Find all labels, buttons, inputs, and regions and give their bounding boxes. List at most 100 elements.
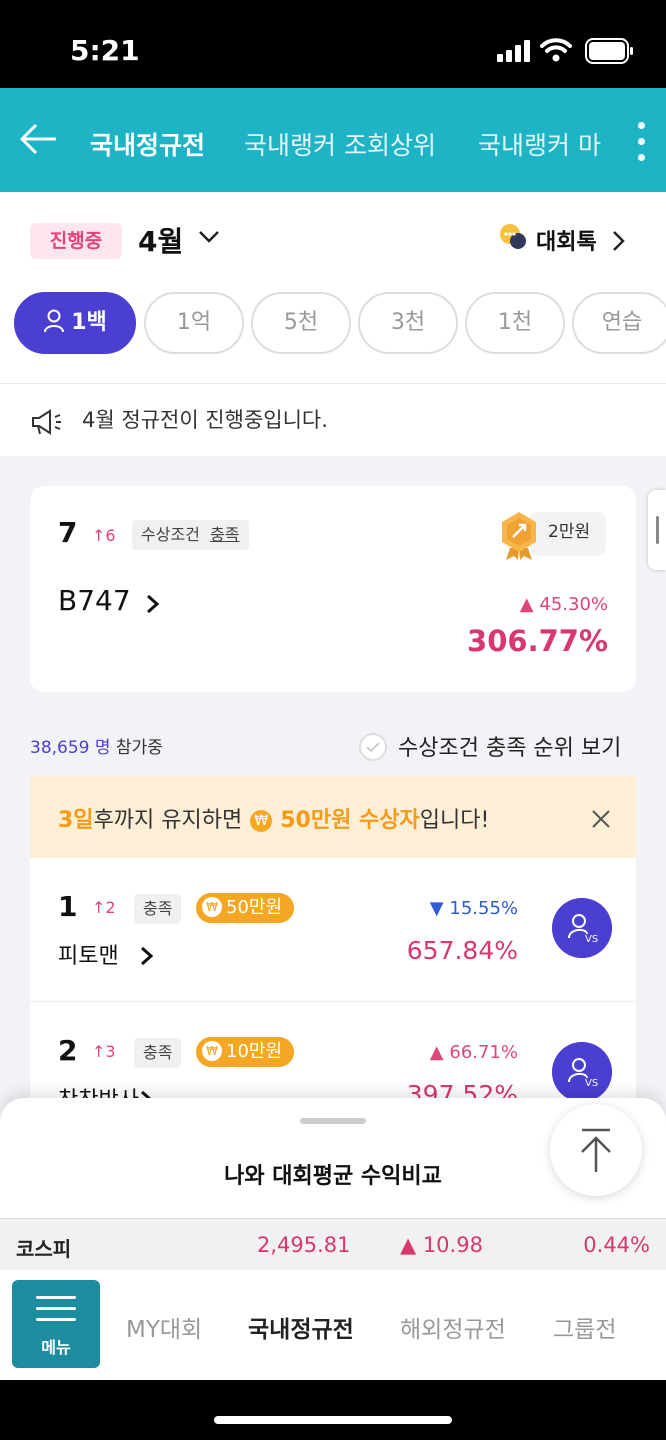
chip-1-cheon[interactable]: 1천: [465, 292, 565, 354]
market-ticker[interactable]: 코스피 2,495.81 ▲ 10.98 0.44%: [0, 1218, 666, 1270]
my-daily-change: ▲ 45.30%: [519, 594, 608, 615]
svg-text:VS: VS: [585, 934, 598, 945]
scroll-to-top-button[interactable]: [550, 1104, 642, 1196]
top-nav: 국내정규전 국내랭커 조회상위 국내랭커 마: [0, 88, 666, 192]
tab-domestic-ranker-more[interactable]: 국내랭커 마: [478, 126, 601, 162]
prize-amount: 10만원: [226, 1041, 283, 1062]
check-circle-icon[interactable]: [358, 732, 388, 762]
chip-label: 3천: [390, 310, 426, 335]
banner-text-2: 입니다!: [419, 808, 490, 833]
ranking-list: 1 ↑2 충족 ₩50만원 피토맨 ▼ 15.55% 657.84% VS 2 …: [30, 858, 636, 1098]
chip-label: 연습: [601, 310, 643, 335]
prize-badge: ₩10만원: [196, 1037, 295, 1067]
index-change: ▲ 10.98: [400, 1233, 483, 1257]
chevron-down-icon[interactable]: [198, 230, 220, 244]
bottom-nav: 메뉴 MY대회 국내정규전 해외정규전 그룹전: [0, 1270, 666, 1380]
back-arrow-icon[interactable]: [18, 122, 58, 156]
scroll-handle[interactable]: [648, 490, 666, 570]
participant-count: 38,659 명 참가중: [30, 733, 163, 758]
index-name: 코스피: [16, 1237, 72, 1261]
wifi-icon: [540, 38, 572, 62]
chip-label: 1억: [176, 310, 212, 335]
index-value: 2,495.81: [257, 1233, 351, 1257]
ranking-row[interactable]: 2 ↑3 충족 ₩10만원 찬찬박사 ▲ 66.71% 397.52% VS: [30, 1002, 636, 1098]
home-indicator[interactable]: [214, 1416, 452, 1424]
bottom-nav-my-competition[interactable]: MY대회: [126, 1310, 202, 1344]
month-selector[interactable]: 4월: [138, 220, 183, 260]
banner-text-1: 후까지 유지하면: [93, 808, 243, 833]
notice-text: 4월 정규전이 진행중입니다.: [82, 408, 328, 432]
arrow-up-icon: [581, 1128, 611, 1172]
condition-badge: 수상조건 충족: [132, 520, 249, 550]
banner-days: 3일: [58, 808, 94, 833]
banner-text: 3일후까지 유지하면 ₩50만원 수상자입니다!: [58, 802, 489, 834]
won-coin-icon: ₩: [202, 1041, 222, 1061]
chip-label: 5천: [283, 310, 319, 335]
participant-label: 참가중: [110, 738, 163, 758]
bottom-nav-group[interactable]: 그룹전: [553, 1310, 616, 1344]
my-rank-card[interactable]: 7 ↑6 수상조건 충족 B747 2만원 ▲ 45.30% 306.77%: [30, 486, 636, 692]
ranker-nickname[interactable]: 찬찬박사: [58, 1082, 139, 1098]
competition-header: 진행중 4월 대회톡 1백 1억 5천 3천 1천 연습: [0, 192, 666, 384]
my-total-return: 306.77%: [467, 624, 608, 658]
chevron-right-icon[interactable]: [612, 230, 626, 252]
status-badge: 진행중: [30, 223, 122, 259]
chip-1-eok[interactable]: 1억: [144, 292, 244, 354]
won-coin-icon: ₩: [250, 810, 273, 832]
my-nickname[interactable]: B747: [58, 584, 131, 617]
total-return: 397.52%: [406, 1080, 518, 1098]
bottom-nav-overseas-regular[interactable]: 해외정규전: [400, 1310, 506, 1344]
qualified-filter-toggle[interactable]: 수상조건 충족 순위 보기: [398, 730, 621, 762]
rank-change: ↑2: [92, 898, 116, 917]
chip-label: 1천: [497, 310, 533, 335]
close-icon[interactable]: [592, 810, 610, 828]
chip-label: 1백: [71, 310, 107, 335]
bottom-nav-domestic-regular[interactable]: 국내정규전: [248, 1310, 354, 1344]
chat-bubble-icon[interactable]: [498, 222, 528, 250]
daily-change: ▲ 66.71%: [429, 1042, 518, 1063]
tab-domestic-regular[interactable]: 국내정규전: [90, 126, 205, 162]
my-rank-change: ↑6: [92, 526, 116, 545]
chip-practice[interactable]: 연습: [572, 292, 666, 354]
banner-amount: 50만원 수상자: [280, 808, 420, 833]
chevron-right-icon[interactable]: [146, 594, 160, 614]
prize-banner: 3일후까지 유지하면 ₩50만원 수상자입니다!: [30, 776, 636, 858]
menu-label: 메뉴: [41, 1338, 71, 1357]
battery-icon: [585, 38, 633, 64]
chip-5-cheon[interactable]: 5천: [251, 292, 351, 354]
vs-compare-icon[interactable]: VS: [552, 1042, 612, 1098]
svg-text:VS: VS: [585, 1078, 598, 1089]
prize-amount: 50만원: [226, 897, 283, 918]
cellular-signal-icon: [497, 40, 530, 62]
chevron-right-icon[interactable]: [140, 1090, 154, 1098]
league-chips: 1백 1억 5천 3천 1천 연습: [14, 292, 666, 354]
prize-badge: ₩50만원: [196, 893, 295, 923]
daily-change: ▼ 15.55%: [429, 898, 518, 919]
sheet-drag-handle[interactable]: [300, 1118, 366, 1124]
megaphone-icon: [32, 409, 61, 435]
won-coin-icon: ₩: [202, 897, 222, 917]
ranker-nickname[interactable]: 피토맨: [58, 938, 119, 970]
menu-button[interactable]: 메뉴: [12, 1280, 100, 1368]
condition-badge: 충족: [134, 894, 182, 924]
status-time: 5:21: [70, 34, 140, 67]
chip-1-baek[interactable]: 1백: [14, 292, 136, 354]
notice-bar: 4월 정규전이 진행중입니다.: [0, 384, 666, 456]
prize-amount: 2만원: [548, 522, 591, 542]
status-bar: 5:21: [0, 0, 666, 88]
chip-3-cheon[interactable]: 3천: [358, 292, 458, 354]
rank-number: 1: [58, 890, 78, 923]
chevron-right-icon[interactable]: [140, 946, 154, 966]
ranking-row[interactable]: 1 ↑2 충족 ₩50만원 피토맨 ▼ 15.55% 657.84% VS: [30, 858, 636, 1002]
medal-icon: [502, 512, 536, 560]
more-options-icon[interactable]: [638, 122, 646, 170]
rank-number: 2: [58, 1034, 78, 1067]
condition-badge: 충족: [134, 1038, 182, 1068]
condition-value: 충족: [210, 525, 240, 544]
total-return: 657.84%: [406, 936, 518, 965]
vs-compare-icon[interactable]: VS: [552, 898, 612, 958]
index-percent: 0.44%: [583, 1233, 650, 1257]
rank-change: ↑3: [92, 1042, 116, 1061]
tab-domestic-ranker-top[interactable]: 국내랭커 조회상위: [244, 126, 436, 162]
competition-talk-link[interactable]: 대회톡: [536, 224, 597, 256]
